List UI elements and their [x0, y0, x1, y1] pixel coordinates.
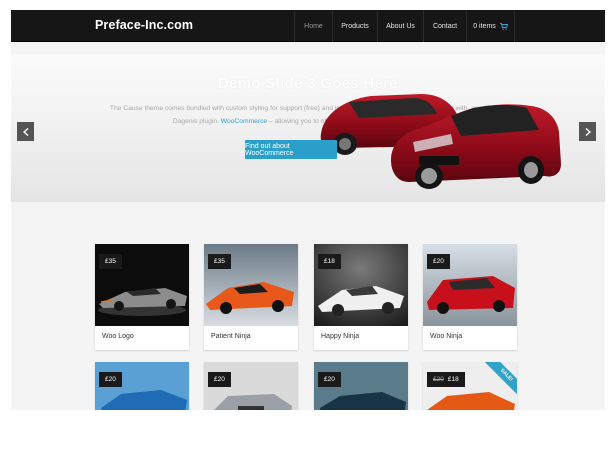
- price-badge: £20: [208, 372, 231, 387]
- product-image: £35: [95, 244, 189, 326]
- price-label: £20: [324, 376, 335, 383]
- product-card[interactable]: £18 Happy Ninja: [314, 244, 408, 350]
- page: Preface-Inc.com Home Products About Us C…: [0, 0, 612, 450]
- price-badge: £20: [427, 254, 450, 269]
- price-label: £20: [214, 376, 225, 383]
- nav-about-label: About Us: [386, 22, 415, 30]
- price-label: £35: [105, 258, 116, 265]
- product-image: £20: [95, 362, 189, 410]
- chevron-left-icon: [22, 123, 29, 141]
- price-badge: £35: [99, 254, 122, 269]
- site-header: Preface-Inc.com Home Products About Us C…: [11, 10, 605, 42]
- product-card[interactable]: £20: [204, 362, 298, 410]
- nav-home[interactable]: Home: [294, 10, 332, 42]
- price-label: £18: [447, 376, 459, 383]
- product-card[interactable]: £20 Woo Ninja: [423, 244, 517, 350]
- product-image: £20: [423, 244, 517, 326]
- nav-products[interactable]: Products: [332, 10, 377, 42]
- old-price-label: £20: [433, 376, 444, 383]
- price-badge: £35: [208, 254, 231, 269]
- nav-cart[interactable]: 0 items: [466, 10, 515, 42]
- product-image: £20: [314, 362, 408, 410]
- product-card[interactable]: £20 £18 SALE!: [423, 362, 517, 410]
- slider-next-button[interactable]: [579, 122, 596, 141]
- woocommerce-link[interactable]: WooCommerce: [221, 118, 267, 125]
- price-badge: £20 £18: [427, 372, 465, 387]
- cart-icon: [499, 22, 509, 30]
- product-name: Happy Ninja: [321, 333, 360, 340]
- product-image: £18: [314, 244, 408, 326]
- site-logo[interactable]: Preface-Inc.com: [95, 18, 193, 32]
- price-badge: £18: [318, 254, 341, 269]
- product-card[interactable]: £20: [314, 362, 408, 410]
- product-card[interactable]: £20: [95, 362, 189, 410]
- product-image: £20 £18 SALE!: [423, 362, 517, 410]
- product-name: Woo Logo: [102, 333, 134, 340]
- nav-contact[interactable]: Contact: [423, 10, 466, 42]
- price-badge: £20: [318, 372, 341, 387]
- product-name: Patient Ninja: [211, 333, 251, 340]
- price-label: £20: [433, 258, 444, 265]
- main-nav: Home Products About Us Contact 0 items: [294, 10, 515, 42]
- price-label: £20: [105, 376, 116, 383]
- product-name: Woo Ninja: [430, 333, 463, 340]
- browser-content: Preface-Inc.com Home Products About Us C…: [11, 10, 605, 410]
- cart-count-label: 0 items: [473, 22, 496, 30]
- nav-contact-label: Contact: [432, 22, 458, 30]
- price-badge: £20: [99, 372, 122, 387]
- slide-car-image: [320, 94, 561, 189]
- nav-home-label: Home: [304, 22, 323, 30]
- nav-products-label: Products: [341, 22, 369, 30]
- product-card[interactable]: £35 Woo Logo: [95, 244, 189, 350]
- price-label: £35: [214, 258, 225, 265]
- nav-about-us[interactable]: About Us: [377, 10, 423, 42]
- hero-slider: Demo Slide 3 Goes Here The Cause theme c…: [11, 54, 605, 202]
- product-image: £35: [204, 244, 298, 326]
- chevron-right-icon: [585, 123, 591, 141]
- product-image: £20: [204, 362, 298, 410]
- slider-prev-button[interactable]: [17, 122, 34, 141]
- price-label: £18: [324, 258, 335, 265]
- product-card[interactable]: £35 Patient Ninja: [204, 244, 298, 350]
- woocommerce-button[interactable]: Find out about WooCommerce: [245, 140, 337, 159]
